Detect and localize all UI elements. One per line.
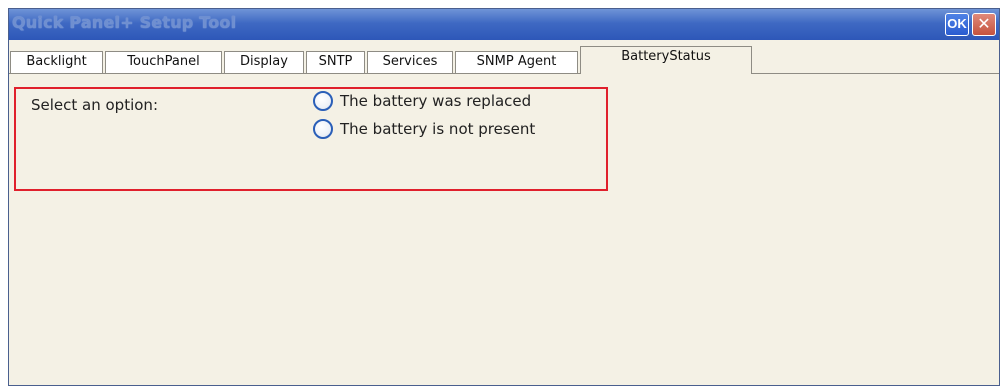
close-button[interactable]: ✕ bbox=[972, 13, 996, 36]
tab-snmp-agent[interactable]: SNMP Agent bbox=[455, 51, 578, 73]
title-bar: Quick Panel+ Setup Tool OK ✕ bbox=[9, 9, 999, 40]
tab-touchpanel[interactable]: TouchPanel bbox=[105, 51, 222, 73]
tab-services[interactable]: Services bbox=[367, 51, 453, 73]
option-label: The battery is not present bbox=[340, 120, 536, 138]
battery-status-panel: Select an option: The battery was replac… bbox=[9, 74, 999, 385]
option-label: The battery was replaced bbox=[340, 92, 532, 110]
window-title: Quick Panel+ Setup Tool bbox=[12, 13, 237, 32]
option-battery-replaced[interactable]: The battery was replaced bbox=[313, 89, 531, 113]
setup-tool-window: Quick Panel+ Setup Tool OK ✕ Backlight T… bbox=[8, 8, 1000, 386]
select-option-label: Select an option: bbox=[31, 96, 158, 114]
tab-backlight[interactable]: Backlight bbox=[10, 51, 103, 73]
tab-strip: Backlight TouchPanel Display SNTP Servic… bbox=[9, 41, 999, 74]
tab-batterystatus[interactable]: BatteryStatus bbox=[580, 46, 752, 74]
tab-sntp[interactable]: SNTP bbox=[306, 51, 365, 73]
radio-button-icon[interactable] bbox=[313, 91, 333, 111]
radio-button-icon[interactable] bbox=[313, 119, 333, 139]
tab-display[interactable]: Display bbox=[224, 51, 304, 73]
option-battery-not-present[interactable]: The battery is not present bbox=[313, 117, 535, 141]
ok-button[interactable]: OK bbox=[945, 13, 969, 36]
